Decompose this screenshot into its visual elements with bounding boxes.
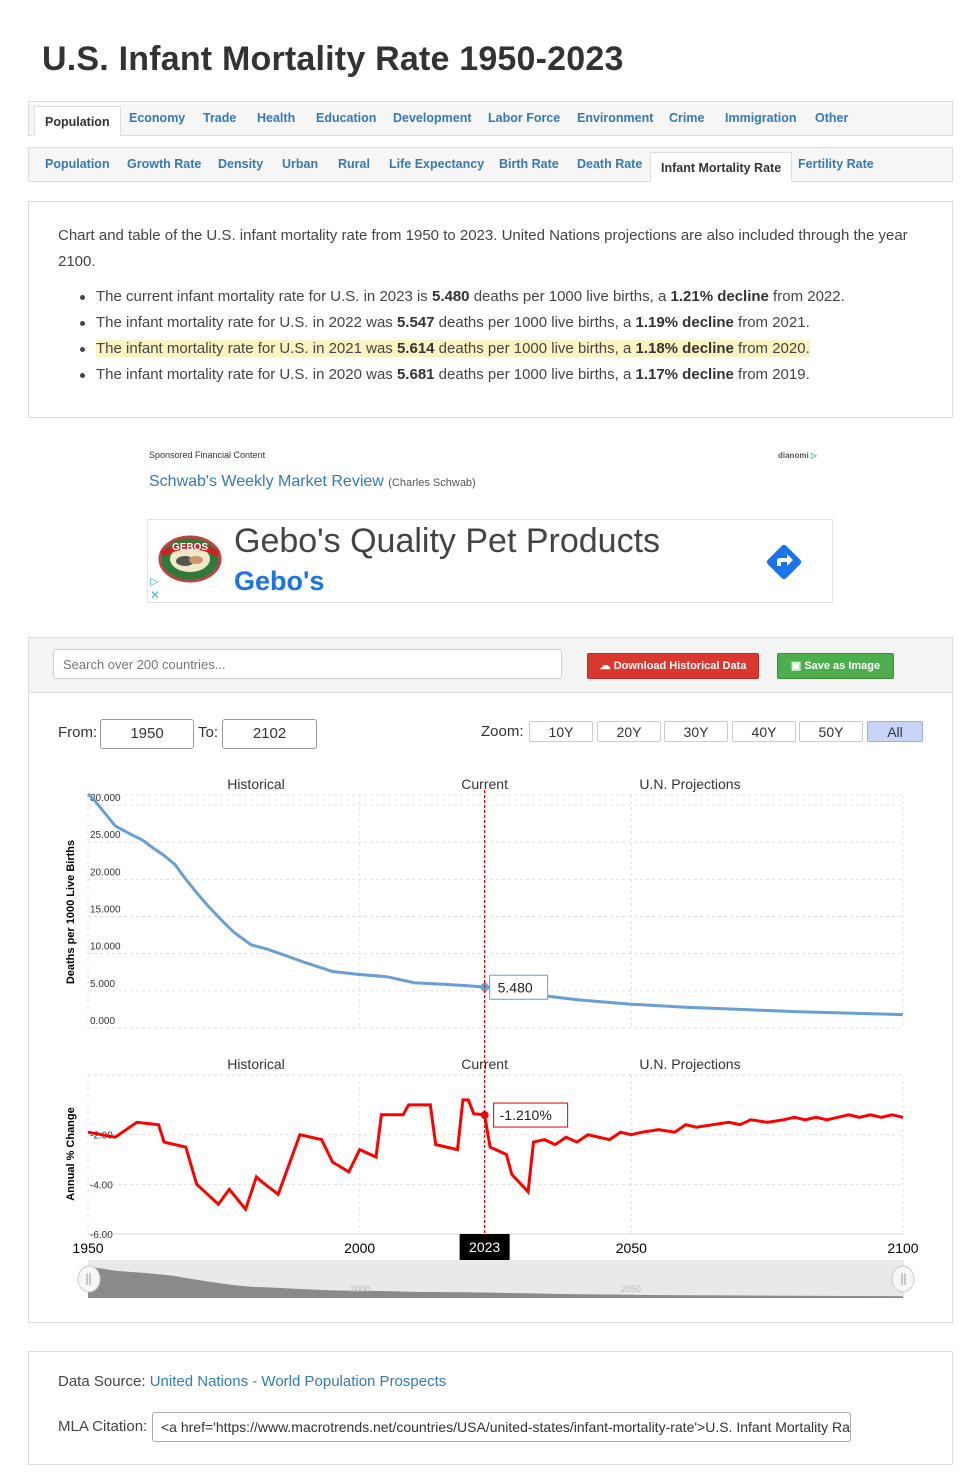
mortality-chart: Historical Current U.N. Projections Histori… [65, 776, 919, 1298]
tab-health[interactable]: Health [257, 102, 295, 135]
cloud-download-icon: ☁ [599, 660, 611, 672]
from-year-input[interactable]: 1950 [100, 719, 194, 749]
stats-list: The current infant mortality rate for U.… [80, 284, 845, 388]
list-item: The infant mortality rate for U.S. in 20… [80, 310, 845, 336]
intro-box: Chart and table of the U.S. infant morta… [28, 201, 953, 418]
change-tooltip-value: -1.210% [500, 1107, 552, 1123]
x-tick-label: 2100 [887, 1240, 918, 1256]
zoom-20y-button[interactable]: 20Y [597, 721, 661, 742]
rate-tooltip: 5.480 [489, 974, 549, 1000]
y-tick-label: 20.000 [90, 867, 121, 878]
subtab-fertility-rate[interactable]: Fertility Rate [798, 148, 874, 181]
region-label: U.N. Projections [639, 776, 740, 792]
change-tooltip: -1.210% [493, 1102, 569, 1128]
region-label: Current [461, 776, 508, 792]
tab-economy[interactable]: Economy [129, 102, 185, 135]
tab-education[interactable]: Education [316, 102, 376, 135]
y-tick-label: 15.000 [90, 905, 121, 916]
sub-tabbar: Population Growth Rate Density Urban Rur… [28, 147, 953, 182]
from-label: From: [58, 724, 98, 741]
subtab-growth-rate[interactable]: Growth Rate [127, 148, 201, 181]
region-label: Historical [227, 1056, 285, 1072]
sponsored-label: Sponsored Financial Content [149, 450, 266, 460]
directions-icon[interactable] [762, 540, 806, 584]
x-tick-label: 1950 [72, 1240, 103, 1256]
ad-banner-title: Gebo's Quality Pet Products [234, 522, 661, 560]
zoom-10y-button[interactable]: 10Y [529, 721, 593, 742]
list-item-highlighted: The infant mortality rate for U.S. in 20… [80, 336, 845, 362]
navigator-left-handle[interactable] [77, 1265, 101, 1293]
zoom-50y-button[interactable]: 50Y [799, 721, 863, 742]
y-tick-label: 25.000 [90, 830, 121, 841]
gebos-logo: GEBOS [158, 534, 222, 584]
list-item: The infant mortality rate for U.S. in 20… [80, 362, 845, 388]
subtab-population[interactable]: Population [45, 148, 110, 181]
data-source-label: Data Source: [58, 1373, 146, 1390]
tab-other[interactable]: Other [815, 102, 848, 135]
close-ad-icon[interactable]: ✕ [150, 588, 160, 602]
zoom-30y-button[interactable]: 30Y [664, 721, 728, 742]
region-label: U.N. Projections [639, 1056, 740, 1072]
tab-population[interactable]: Population [34, 106, 121, 136]
ad-banner-subtitle: Gebo's [234, 566, 325, 596]
citation-label: MLA Citation: [58, 1418, 148, 1435]
adchoices-icon: ▷ [810, 451, 818, 460]
data-source-link[interactable]: United Nations - World Population Prospe… [150, 1373, 447, 1390]
tab-crime[interactable]: Crime [669, 102, 704, 135]
top-tabbar: Population Economy Trade Health Educatio… [28, 101, 953, 136]
y-tick-label: 0.000 [90, 1016, 115, 1027]
x-tick-label: 2000 [344, 1240, 375, 1256]
tab-development[interactable]: Development [393, 102, 472, 135]
dianomi-logo: Dianomi ▷ [778, 451, 818, 460]
region-label: Current [461, 1056, 508, 1072]
y-tick-label: -4.00 [90, 1180, 113, 1191]
ad-headline-link[interactable]: Schwab's Weekly Market Review (Charles S… [149, 473, 476, 491]
tab-labor-force[interactable]: Labor Force [488, 102, 560, 135]
image-icon: ▣ [790, 660, 802, 672]
x-tick-label: 2050 [616, 1240, 647, 1256]
to-label: To: [198, 724, 219, 741]
rate-tooltip-value: 5.480 [498, 979, 533, 995]
region-label: Historical [227, 776, 285, 792]
svg-text:GEBOS: GEBOS [172, 542, 208, 553]
zoom-all-button[interactable]: All [867, 721, 923, 742]
y-axis-title-change: Annual % Change [65, 1107, 77, 1201]
subtab-infant-mortality-rate[interactable]: Infant Mortality Rate [650, 152, 793, 182]
y-tick-label: 10.000 [90, 942, 121, 953]
data-source: Data Source: United Nations - World Popu… [58, 1373, 446, 1390]
y-tick-label: 5.000 [90, 979, 115, 990]
subtab-rural[interactable]: Rural [338, 148, 370, 181]
list-item: The current infant mortality rate for U.… [80, 284, 845, 310]
intro-text: Chart and table of the U.S. infant morta… [58, 227, 908, 270]
subtab-density[interactable]: Density [218, 148, 263, 181]
y-axis-title-rate: Deaths per 1000 Live Births [65, 840, 77, 984]
adchoices-icon[interactable]: ▷ [150, 575, 158, 588]
navigator-right-handle[interactable] [891, 1265, 915, 1293]
page-title: U.S. Infant Mortality Rate 1950-2023 [42, 40, 624, 78]
save-as-image-button[interactable]: ▣ Save as Image [777, 653, 894, 679]
subtab-birth-rate[interactable]: Birth Rate [499, 148, 559, 181]
to-year-input[interactable]: 2102 [222, 719, 317, 749]
subtab-urban[interactable]: Urban [282, 148, 318, 181]
tab-trade[interactable]: Trade [203, 102, 236, 135]
source-box: Data Source: United Nations - World Popu… [28, 1351, 953, 1465]
navigator-label-2050: 2050 [621, 1284, 641, 1294]
x-tick-label: 2023 [469, 1239, 500, 1255]
tab-immigration[interactable]: Immigration [725, 102, 797, 135]
tab-environment[interactable]: Environment [577, 102, 653, 135]
zoom-label: Zoom: [481, 723, 524, 740]
ad-banner[interactable]: GEBOS ▷ ✕ Gebo's Quality Pet Products Ge… [147, 519, 833, 603]
citation-input[interactable]: <a href='https://www.macrotrends.net/cou… [152, 1412, 851, 1442]
subtab-life-expectancy[interactable]: Life Expectancy [389, 148, 484, 181]
download-historical-data-button[interactable]: ☁ Download Historical Data [587, 653, 759, 679]
country-search-input[interactable] [53, 649, 562, 679]
subtab-death-rate[interactable]: Death Rate [577, 148, 642, 181]
navigator-label-2000: 2000 [350, 1284, 370, 1294]
zoom-40y-button[interactable]: 40Y [732, 721, 796, 742]
